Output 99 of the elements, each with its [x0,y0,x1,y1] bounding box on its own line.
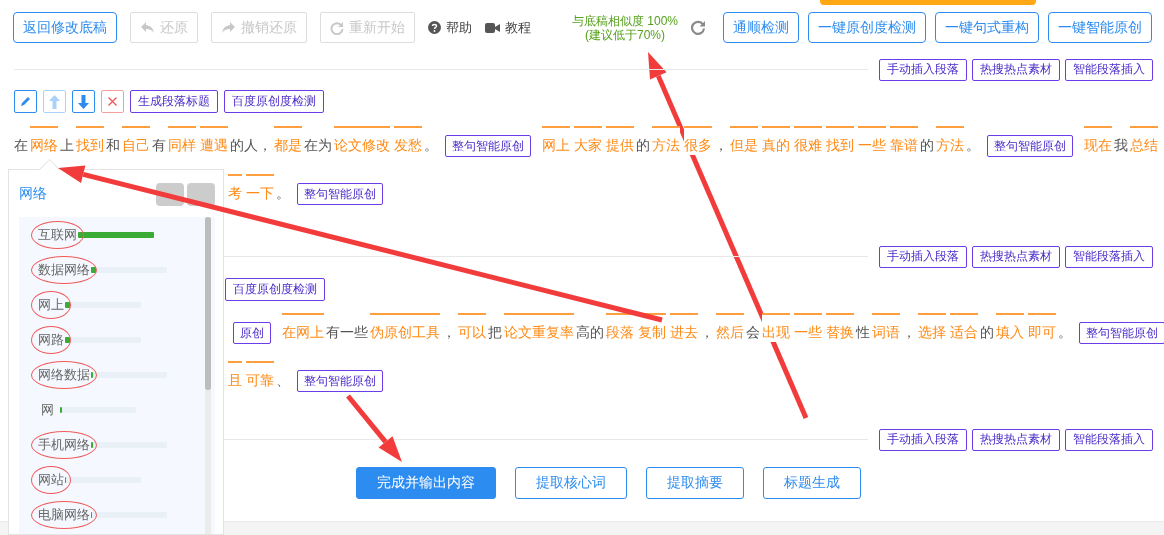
toolbar-button[interactable]: 返回修改底稿 [13,12,117,43]
highlighted-word[interactable]: 可以 [458,313,486,342]
highlighted-word[interactable]: 论文重复率 [504,313,574,342]
edit-button[interactable] [14,90,37,113]
highlighted-word[interactable]: 一下 [246,174,274,203]
highlighted-word[interactable]: 大家 [574,126,602,155]
highlighted-word[interactable]: 论文修改 [334,126,390,155]
highlighted-word[interactable]: 找到 [826,126,854,155]
action-button[interactable]: 一键智能原创 [1048,12,1152,43]
delete-button[interactable] [101,90,124,113]
refresh-icon[interactable] [691,20,707,35]
insert-button[interactable]: 手动插入段落 [879,245,967,268]
highlighted-word[interactable]: 但是 [730,126,758,155]
paragraph-tool-button[interactable]: 生成段落标题 [130,90,218,113]
highlighted-word[interactable]: 网上 [542,126,570,155]
move-down-button[interactable] [72,90,95,113]
sentence-text: 会 [746,324,760,342]
tool-button[interactable]: 提取摘要 [645,467,744,499]
sentence-text: 高的 [576,324,604,342]
sentence-text: 有一些 [326,324,368,342]
insert-button[interactable]: 手动插入段落 [879,428,967,451]
similarity-hint: (建议低于70%) [585,27,665,42]
highlighted-word[interactable]: 现在 [1084,126,1112,155]
help-link[interactable]: 帮助 [428,18,472,37]
rewrite-sentence-button[interactable]: 整句智能原创 [297,370,383,392]
sentence-text: 在 [14,137,28,155]
rewrite-sentence-button[interactable]: 原创 [233,322,271,344]
output-button[interactable]: 完成并输出内容 [355,467,496,499]
sentence-text: 和 [106,137,120,155]
highlighted-word[interactable]: 可靠 [246,361,274,390]
sentence-text: 性 [856,324,870,342]
tutorial-link[interactable]: 教程 [485,18,531,37]
sentence-text: 在为 [304,137,332,155]
highlighted-word[interactable]: 选择 [918,313,946,342]
refresh-icon [330,20,344,35]
rewrite-sentence-button[interactable]: 整句智能原创 [297,183,383,205]
highlighted-word[interactable]: 很多 [684,126,712,155]
highlighted-word[interactable]: 真的 [762,126,790,155]
close-icon [108,97,117,106]
insert-button[interactable]: 智能段落插入 [1065,245,1153,268]
highlighted-word[interactable]: 找到 [76,126,104,155]
highlighted-word[interactable]: 然后 [716,313,744,342]
tool-button[interactable]: 标题生成 [762,467,861,499]
paragraph-tool-button[interactable]: 百度原创度检测 [225,278,325,301]
insert-button[interactable]: 热搜热点素材 [972,245,1060,268]
scrollbar[interactable] [205,217,211,534]
highlighted-word[interactable]: 方法 [652,126,680,155]
popup-title: 网络 [19,185,47,203]
insert-button[interactable]: 智能段落插入 [1065,428,1153,451]
rewrite-sentence-button[interactable]: 整句智能原创 [987,135,1073,157]
help-icon [428,21,441,34]
pencil-icon [20,96,31,107]
highlighted-word[interactable]: 发愁 [394,126,422,155]
sentence-text: 的 [636,137,650,155]
highlighted-word[interactable]: 填入 [996,313,1024,342]
highlighted-word[interactable]: 段落 [606,313,634,342]
highlighted-word[interactable]: 考 [228,174,242,203]
highlighted-word[interactable]: 遭遇 [200,126,228,155]
highlighted-word[interactable]: 替换 [826,313,854,342]
action-button[interactable]: 通顺检测 [723,12,799,43]
rewrite-sentence-button[interactable]: 整句智能原创 [1079,322,1164,344]
similarity-text: 与底稿相似度 100% [572,13,679,28]
highlighted-word[interactable]: 伪原创工具 [370,313,440,342]
sentence-text: 我 [1114,137,1128,155]
action-button[interactable]: 一键原创度检测 [808,12,926,43]
tool-button[interactable]: 提取核心词 [514,467,627,499]
highlighted-word[interactable]: 提供 [606,126,634,155]
insert-button[interactable]: 智能段落插入 [1065,58,1153,81]
sentence-text: 把 [488,324,502,342]
annotation-arrow [346,394,402,462]
highlighted-word[interactable]: 靠谱 [890,126,918,155]
sentence-text: 的 [980,324,994,342]
highlighted-word[interactable]: 总结 [1130,126,1158,155]
highlighted-word[interactable]: 在网上 [282,313,324,342]
video-camera-icon [485,21,500,34]
rewrite-sentence-button[interactable]: 整句智能原创 [445,135,531,157]
highlighted-word[interactable]: 很难 [794,126,822,155]
insert-button[interactable]: 热搜热点素材 [972,58,1060,81]
synonym-option[interactable]: 网 [39,398,56,421]
paragraph-tool-button[interactable]: 百度原创度检测 [224,90,324,113]
undo-icon [140,21,155,34]
highlighted-word[interactable]: 词语 [872,313,900,342]
insert-button[interactable]: 手动插入段落 [879,58,967,81]
sentence-text: 有 [152,137,166,155]
highlighted-word[interactable]: 适合 [950,313,978,342]
down-arrow-icon [78,94,89,109]
highlighted-word[interactable]: 同样 [168,126,196,155]
highlighted-word[interactable]: 网络 [30,126,58,155]
highlighted-word[interactable]: 都是 [274,126,302,155]
sentence-text: 的 [920,137,934,155]
highlighted-word[interactable]: 进去 [670,313,698,342]
highlighted-word[interactable]: 自己 [122,126,150,155]
up-arrow-icon [49,94,60,109]
redo-icon [221,21,236,34]
insert-button[interactable]: 热搜热点素材 [972,428,1060,451]
highlighted-word[interactable]: 出现 [762,313,790,342]
highlighted-word[interactable]: 方法 [936,126,964,155]
highlighted-word[interactable]: 即可 [1028,313,1056,342]
action-button[interactable]: 一键句式重构 [935,12,1039,43]
